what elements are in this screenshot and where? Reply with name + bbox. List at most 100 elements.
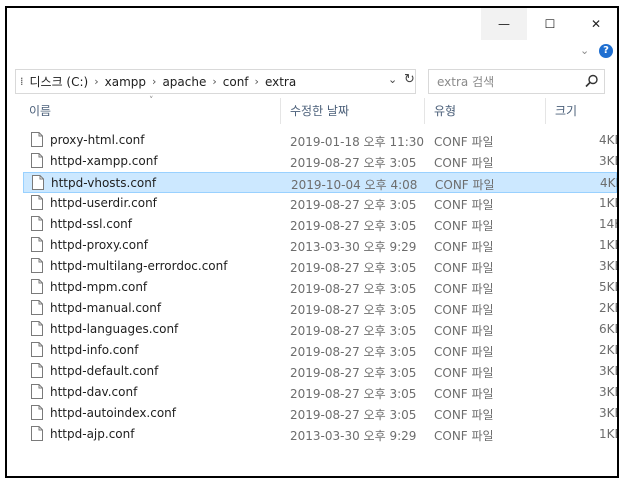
file-row[interactable]: httpd-manual.conf 2019-08-27 오후 3:05 CONF … [23,298,617,319]
file-size: 3KE [599,364,617,378]
file-date: 2019-08-27 오후 3:05 [290,219,417,233]
file-row[interactable]: httpd-autoindex.conf 2019-08-27 오후 3:05 CO… [23,403,617,424]
magnifier-icon[interactable] [585,74,599,88]
file-name: httpd-info.conf [50,343,139,357]
refresh-icon[interactable]: ↻ [404,72,416,88]
file-size: 3KE [599,154,617,168]
document-icon [31,405,43,420]
column-header-type[interactable]: 유형 [434,102,456,119]
file-row[interactable]: httpd-xampp.conf 2019-08-27 오후 3:05 CONF 파… [23,151,617,172]
file-type: CONF 파일 [434,429,494,443]
file-name: httpd-dav.conf [50,385,138,399]
file-type: CONF 파일 [434,156,494,170]
expand-ribbon-chevron-icon[interactable]: ⌄ [580,44,592,57]
file-type: CONF 파일 [434,345,494,359]
file-type: CONF 파일 [434,366,494,380]
column-header-size[interactable]: 크기 [555,102,577,119]
column-divider[interactable] [545,98,546,124]
file-name: httpd-userdir.conf [50,196,157,210]
breadcrumb-edge-icon: ⁞ [20,75,24,88]
document-icon [31,153,43,168]
breadcrumb-separator-icon[interactable]: › [255,75,259,88]
file-type: CONF 파일 [435,178,495,192]
file-date: 2019-08-27 오후 3:05 [290,324,417,338]
breadcrumb-item-drive[interactable]: 디스크 (C:) [30,73,89,90]
breadcrumb-separator-icon[interactable]: › [94,75,98,88]
sort-indicator-icon: ˅ [149,96,154,106]
file-name: httpd-proxy.conf [50,238,148,252]
document-icon [31,237,43,252]
column-headers: ˅ 이름 수정한 날짜 유형 크기 [7,96,617,124]
file-date: 2013-03-30 오후 9:29 [290,429,417,443]
document-icon [32,175,44,190]
file-row[interactable]: httpd-vhosts.conf 2019-10-04 오후 4:08 CONF … [23,172,617,193]
breadcrumb-item-xampp[interactable]: xampp [105,75,146,89]
file-size: 2KE [599,301,617,315]
file-type: CONF 파일 [434,387,494,401]
file-row[interactable]: httpd-dav.conf 2019-08-27 오후 3:05 CONF 파일 3… [23,382,617,403]
file-date: 2019-01-18 오후 11:30 [290,135,425,149]
document-icon [31,363,43,378]
file-name: httpd-multilang-errordoc.conf [50,259,228,273]
close-button[interactable]: ✕ [573,8,617,40]
document-icon [31,342,43,357]
file-date: 2019-08-27 오후 3:05 [290,282,417,296]
file-type: CONF 파일 [434,408,494,422]
file-date: 2019-08-27 오후 3:05 [290,261,417,275]
file-name: httpd-vhosts.conf [51,176,157,190]
file-size: 1KE [599,196,617,210]
column-divider[interactable] [424,98,425,124]
file-row[interactable]: httpd-userdir.conf 2019-08-27 오후 3:05 CONF… [23,193,617,214]
column-header-name[interactable]: 이름 [29,102,51,119]
file-name: httpd-languages.conf [50,322,179,336]
file-date: 2019-08-27 오후 3:05 [290,198,417,212]
column-header-date[interactable]: 수정한 날짜 [290,102,349,119]
breadcrumb-item-extra[interactable]: extra [265,75,296,89]
document-icon [31,195,43,210]
document-icon [31,384,43,399]
breadcrumb-item-apache[interactable]: apache [162,75,206,89]
breadcrumb: ⁞ 디스크 (C:) › xampp › apache › conf › ext… [20,73,296,90]
title-bar: — ☐ ✕ [7,8,617,40]
file-row[interactable]: httpd-proxy.conf 2013-03-30 오후 9:29 CONF 파… [23,235,617,256]
help-icon[interactable]: ? [599,44,613,58]
search-box[interactable]: extra 검색 [428,69,605,94]
file-type: CONF 파일 [434,135,494,149]
file-date: 2019-08-27 오후 3:05 [290,408,417,422]
file-date: 2019-08-27 오후 3:05 [290,366,417,380]
maximize-button[interactable]: ☐ [527,8,573,40]
document-icon [31,132,43,147]
file-row[interactable]: httpd-multilang-errordoc.conf 2019-08-27 … [23,256,617,277]
file-name: httpd-xampp.conf [50,154,158,168]
breadcrumb-item-conf[interactable]: conf [223,75,249,89]
file-row[interactable]: httpd-ssl.conf 2019-08-27 오후 3:05 CONF 파일 1… [23,214,617,235]
document-icon [31,321,43,336]
file-row[interactable]: httpd-languages.conf 2019-08-27 오후 3:05 CO… [23,319,617,340]
file-date: 2019-08-27 오후 3:05 [290,387,417,401]
file-row[interactable]: httpd-mpm.conf 2019-08-27 오후 3:05 CONF 파일 5… [23,277,617,298]
column-divider[interactable] [280,98,281,124]
minimize-button[interactable]: — [481,8,527,40]
file-size: 1KE [599,238,617,252]
file-date: 2019-08-27 오후 3:05 [290,156,417,170]
file-date: 2019-08-27 오후 3:05 [290,303,417,317]
file-name: httpd-ssl.conf [50,217,133,231]
breadcrumb-separator-icon[interactable]: › [212,75,216,88]
file-name: proxy-html.conf [50,133,145,147]
file-size: 4KE [599,133,617,147]
explorer-window: — ☐ ✕ ⌄ ? ⁞ 디스크 (C:) › xampp › apache › … [5,6,619,478]
document-icon [31,216,43,231]
file-name: httpd-mpm.conf [50,280,148,294]
file-row[interactable]: httpd-ajp.conf 2013-03-30 오후 9:29 CONF 파일 1… [23,424,617,445]
address-bar[interactable]: ⁞ 디스크 (C:) › xampp › apache › conf › ext… [15,69,416,94]
file-size: 3KE [599,406,617,420]
address-history-dropdown-icon[interactable]: ⌄ [388,73,397,86]
file-date: 2019-10-04 오후 4:08 [291,178,418,192]
file-size: 14KE [599,217,617,231]
breadcrumb-separator-icon[interactable]: › [152,75,156,88]
file-row[interactable]: httpd-info.conf 2019-08-27 오후 3:05 CONF 파일… [23,340,617,361]
file-name: httpd-default.conf [50,364,159,378]
file-type: CONF 파일 [434,303,494,317]
file-row[interactable]: proxy-html.conf 2019-01-18 오후 11:30 CONF 파… [23,130,617,151]
file-row[interactable]: httpd-default.conf 2019-08-27 오후 3:05 CONF… [23,361,617,382]
